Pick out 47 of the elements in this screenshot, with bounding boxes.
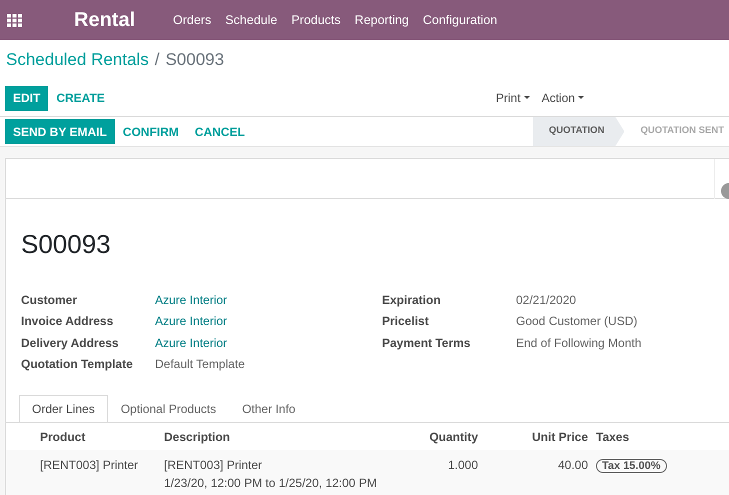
field-value: End of Following Month bbox=[516, 334, 642, 352]
tab[interactable]: Order Lines bbox=[19, 395, 108, 422]
table-cell-text: 40.00 bbox=[556, 457, 588, 474]
table-cell-text: 1/23/20, 12:00 PM to 1/25/20, 12:00 PM bbox=[164, 475, 378, 492]
create-button[interactable]: CREATE bbox=[48, 86, 113, 110]
dropdown-button[interactable]: Action bbox=[536, 89, 590, 107]
table-cell-text: [RENT003] Printer bbox=[39, 457, 140, 474]
field-label: Quotation Template bbox=[21, 356, 134, 374]
field-label: Expiration bbox=[382, 292, 442, 309]
column-header: Quantity bbox=[428, 428, 478, 446]
app-name: Rental bbox=[74, 8, 136, 33]
column-header: Description bbox=[164, 428, 232, 446]
menu-item[interactable]: Reporting bbox=[348, 10, 416, 30]
field-label: Delivery Address bbox=[21, 334, 120, 352]
menu-item[interactable]: Schedule bbox=[218, 10, 284, 30]
field-label: Pricelist bbox=[382, 313, 430, 330]
tab[interactable]: Other Info bbox=[229, 395, 308, 422]
status-stage[interactable]: QUOTATION bbox=[532, 117, 624, 146]
menu-item[interactable]: Configuration bbox=[416, 10, 504, 30]
field-label: Invoice Address bbox=[21, 313, 114, 330]
column-header: Product bbox=[39, 428, 86, 446]
field-value: Good Customer (USD) bbox=[516, 313, 638, 330]
breadcrumb-link[interactable]: Scheduled Rentals bbox=[6, 47, 149, 73]
field-value: 02/21/2020 bbox=[516, 292, 576, 309]
menu-item[interactable]: Orders bbox=[166, 10, 218, 30]
edit-button[interactable]: EDIT bbox=[5, 86, 48, 110]
field-link[interactable]: Azure Interior bbox=[155, 334, 228, 352]
workflow-button[interactable]: SEND BY EMAIL bbox=[5, 119, 115, 144]
menu-item[interactable]: Products bbox=[284, 10, 348, 30]
field-link[interactable]: Azure Interior bbox=[155, 290, 228, 309]
table-cell-text: 1.000 bbox=[446, 457, 478, 474]
field-label: Customer bbox=[21, 292, 78, 309]
field-label: Payment Terms bbox=[382, 334, 472, 352]
field-link[interactable]: Azure Interior bbox=[155, 312, 228, 330]
apps-menu-icon[interactable] bbox=[7, 14, 22, 26]
tax-tag: Tax 15.00% bbox=[596, 459, 667, 473]
tab[interactable]: Optional Products bbox=[108, 395, 230, 422]
record-title: S00093 bbox=[20, 228, 112, 261]
field-value: Default Template bbox=[155, 356, 245, 374]
workflow-button[interactable]: CANCEL bbox=[186, 119, 253, 144]
dropdown-button[interactable]: Print bbox=[490, 89, 536, 107]
breadcrumb-current: S00093 bbox=[165, 49, 224, 72]
column-header: Unit Price bbox=[530, 428, 588, 446]
column-header: Taxes bbox=[595, 428, 630, 446]
table-cell-text: [RENT003] Printer bbox=[164, 457, 264, 474]
breadcrumb-separator: / bbox=[154, 49, 160, 72]
workflow-button[interactable]: CONFIRM bbox=[114, 119, 187, 144]
